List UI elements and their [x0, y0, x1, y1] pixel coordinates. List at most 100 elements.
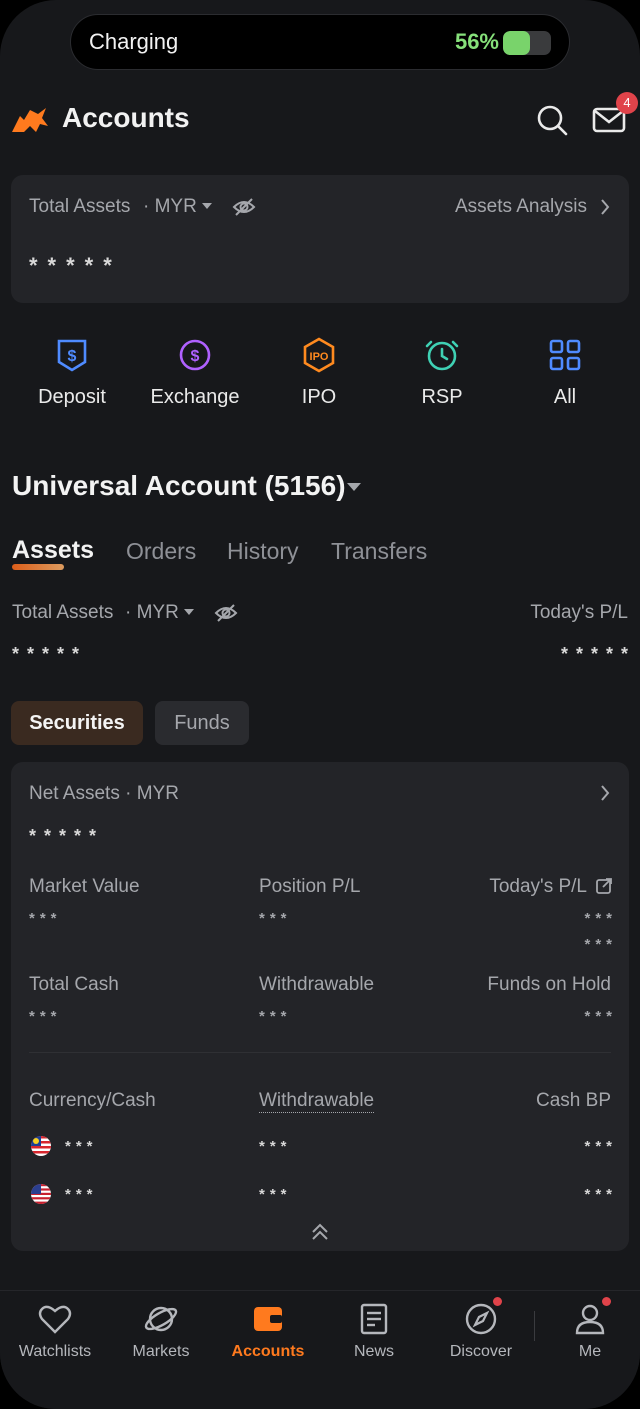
total-assets-card: Total Assets · MYR Assets Analysis ***** [11, 175, 629, 303]
collapse-chevron-up-icon[interactable] [310, 1222, 330, 1242]
caret-down-icon [184, 609, 194, 615]
exchange-label: Exchange [150, 386, 240, 408]
nav-markets[interactable]: Markets [111, 1301, 211, 1361]
todays-pl-value: *** [584, 910, 617, 927]
rsp-icon [425, 340, 459, 371]
deposit-action[interactable]: $ Deposit [17, 330, 127, 409]
nav-discover[interactable]: Discover [431, 1297, 531, 1361]
planet-icon [144, 1306, 178, 1332]
chevron-right-icon[interactable] [599, 784, 611, 802]
rsp-label: RSP [421, 386, 463, 408]
profile-icon [575, 1304, 605, 1335]
share-icon[interactable] [595, 877, 613, 895]
ipo-label: IPO [301, 386, 337, 408]
total-assets-value: ***** [12, 644, 88, 664]
all-action[interactable]: All [510, 330, 620, 409]
tab-assets[interactable]: Assets [12, 536, 94, 570]
cash-value: *** [65, 1186, 98, 1203]
bottom-nav: Watchlists Markets Accounts News Discove… [0, 1290, 640, 1409]
svg-text:$: $ [68, 348, 77, 365]
nav-accounts[interactable]: Accounts [218, 1301, 318, 1361]
withdrawable-header[interactable]: Withdrawable [259, 1090, 375, 1113]
withdrawable-label: Withdrawable [259, 974, 375, 995]
cash-bp-value: *** [584, 1138, 617, 1155]
notification-dot [493, 1297, 502, 1306]
exchange-icon: $ [179, 339, 211, 371]
notification-dot [602, 1297, 611, 1306]
total-assets-value: ***** [29, 253, 122, 278]
tab-history[interactable]: History [227, 538, 299, 565]
search-icon [537, 105, 568, 136]
search-button[interactable] [532, 100, 572, 140]
funds-chip[interactable]: Funds [155, 701, 249, 745]
todays-pl-label: Today's P/L [530, 602, 628, 623]
all-label: All [553, 386, 577, 408]
caret-down-icon [202, 203, 212, 209]
currency-cash-header: Currency/Cash [29, 1090, 156, 1111]
compass-icon [465, 1303, 497, 1335]
currency-selector[interactable]: · MYR [143, 196, 197, 218]
table-row: *** *** *** [11, 1182, 629, 1212]
rsp-action[interactable]: RSP [387, 330, 497, 409]
funds-on-hold-value: *** [584, 1008, 617, 1025]
tab-transfers[interactable]: Transfers [331, 538, 427, 565]
us-flag-icon [31, 1184, 51, 1204]
position-pl-label: Position P/L [259, 876, 361, 897]
cash-bp-header: Cash BP [536, 1090, 611, 1111]
total-assets-label: Total Assets [29, 196, 131, 217]
nav-separator [534, 1311, 535, 1341]
securities-chip[interactable]: Securities [11, 701, 143, 745]
cash-bp-value: *** [584, 1186, 617, 1203]
account-selector[interactable]: Universal Account (5156) [12, 470, 346, 502]
withdrawable-value: *** [259, 1138, 292, 1155]
total-assets-label: Total Assets [12, 602, 114, 623]
malaysia-flag-icon [31, 1136, 51, 1156]
net-assets-value: ***** [29, 826, 105, 846]
deposit-label: Deposit [38, 386, 106, 408]
bull-logo-icon [12, 108, 48, 132]
grid-icon [549, 339, 581, 371]
caret-down-icon[interactable] [346, 481, 362, 493]
eye-off-icon[interactable] [231, 194, 257, 220]
securities-card: Net Assets · MYR ***** Market Value *** … [11, 762, 629, 1251]
currency-selector[interactable]: · MYR [125, 602, 179, 624]
withdrawable-value: *** [259, 1186, 292, 1203]
funds-on-hold-label: Funds on Hold [487, 974, 611, 995]
messages-button[interactable]: 4 [590, 92, 638, 140]
position-pl-value: *** [259, 910, 292, 927]
battery-fill [503, 31, 530, 55]
nav-watchlists[interactable]: Watchlists [5, 1301, 105, 1361]
charging-status: Charging [89, 29, 179, 54]
battery-icon [503, 31, 551, 55]
battery-percentage: 56% [454, 29, 499, 54]
section-divider [29, 1052, 611, 1053]
app-header: Accounts 4 [10, 92, 638, 148]
total-cash-value: *** [29, 1008, 62, 1025]
assets-analysis-link[interactable]: Assets Analysis [455, 196, 587, 218]
total-cash-label: Total Cash [29, 974, 119, 995]
quick-actions: $ Deposit $ Exchange IPO IPO RSP All [0, 330, 640, 420]
eye-off-icon[interactable] [213, 600, 239, 626]
mail-badge: 4 [616, 92, 638, 114]
ipo-action[interactable]: IPO IPO [264, 330, 374, 409]
account-name: Universal Account (5156) [12, 470, 346, 501]
market-value-label: Market Value [29, 876, 140, 897]
chevron-right-icon [601, 199, 610, 215]
todays-pl-label: Today's P/L [489, 876, 587, 897]
nav-me[interactable]: Me [540, 1297, 640, 1361]
todays-pl-percent: *** [584, 936, 617, 953]
svg-text:IPO: IPO [310, 351, 329, 363]
todays-pl-value: ***** [560, 644, 636, 664]
status-bar: Charging 56% [70, 14, 570, 70]
exchange-action[interactable]: $ Exchange [140, 330, 250, 409]
nav-news[interactable]: News [324, 1301, 424, 1361]
page-title: Accounts [62, 102, 190, 133]
net-assets-label: Net Assets · MYR [29, 783, 179, 804]
withdrawable-value: *** [259, 1008, 292, 1025]
market-value: *** [29, 910, 62, 927]
table-row: *** *** *** [11, 1134, 629, 1164]
tab-orders[interactable]: Orders [126, 538, 196, 565]
wallet-icon [254, 1307, 282, 1331]
ipo-icon: IPO [303, 337, 335, 373]
cash-value: *** [65, 1138, 98, 1155]
